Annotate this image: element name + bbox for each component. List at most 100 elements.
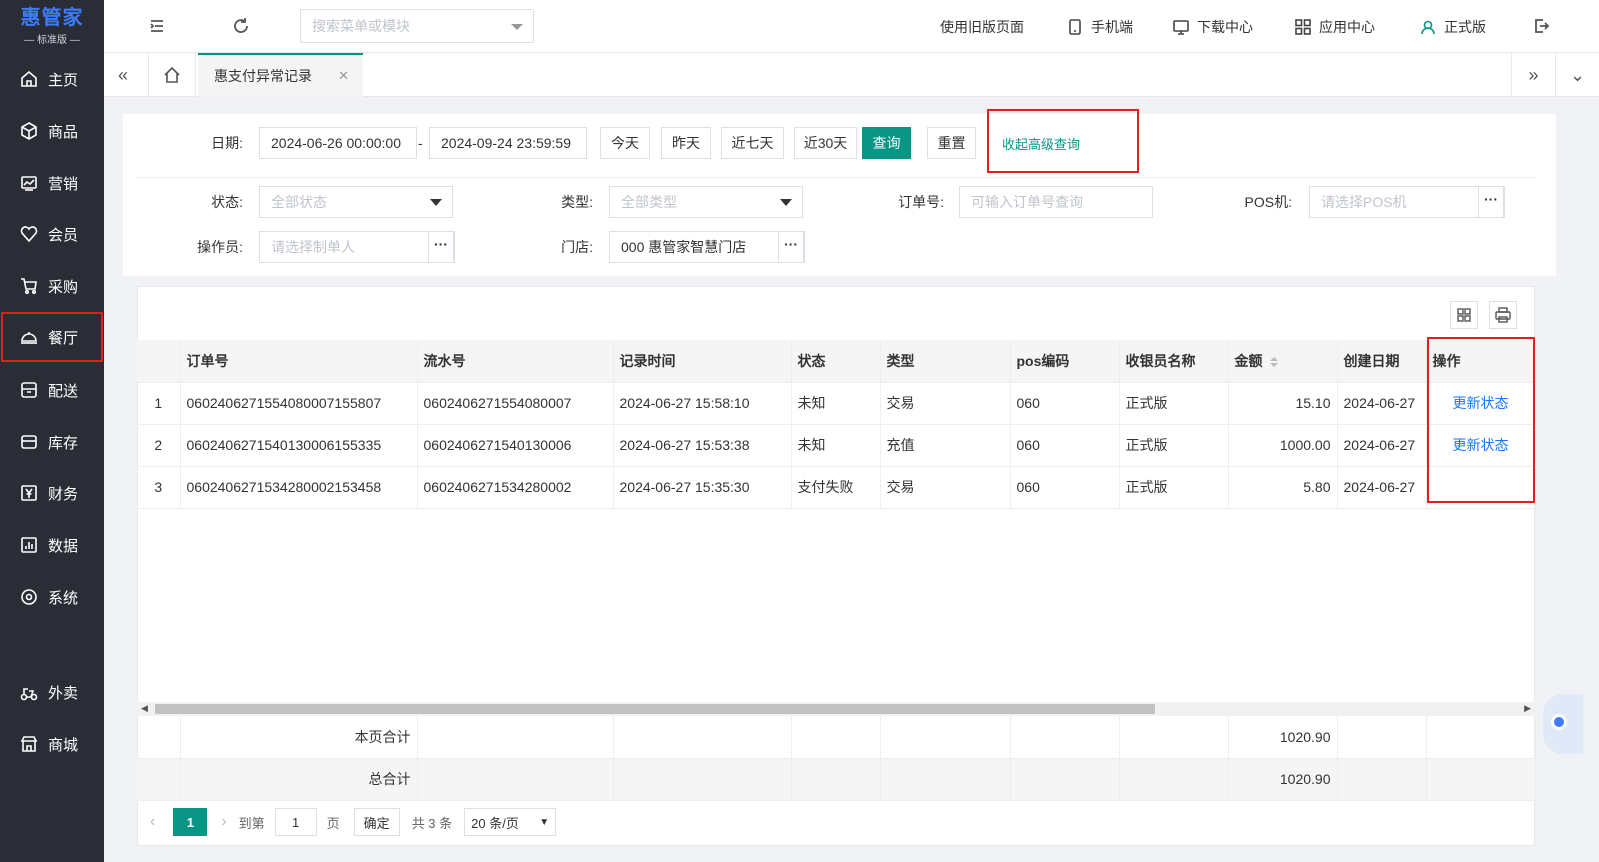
- tabs-scroll-right-icon[interactable]: »: [1511, 53, 1555, 97]
- menu-search-input[interactable]: 搜索菜单或模块: [300, 9, 534, 43]
- cell-cashier: 正式版: [1119, 382, 1229, 425]
- col-serial-number: 流水号: [417, 340, 614, 383]
- tabs-menu-chevron-icon[interactable]: ⌄: [1555, 53, 1599, 97]
- scrollbar-thumb[interactable]: [155, 704, 1155, 714]
- sidebar-item-purchase[interactable]: 采购: [0, 260, 104, 312]
- more-icon[interactable]: ···: [428, 231, 454, 263]
- scroll-right-arrow-icon[interactable]: ▶: [1524, 703, 1531, 714]
- reset-button[interactable]: 重置: [927, 127, 976, 159]
- mobile-link[interactable]: 手机端: [1067, 17, 1133, 37]
- page-size-select[interactable]: 20 条/页 ▼: [464, 808, 557, 836]
- toggle-advanced-query-link[interactable]: 收起高级查询: [1002, 134, 1080, 153]
- sidebar-item-restaurant[interactable]: 餐厅: [0, 311, 104, 363]
- old-page-link[interactable]: 使用旧版页面: [940, 17, 1024, 37]
- table-row[interactable]: 3 0602406271534280002153458 060240627153…: [137, 466, 1536, 509]
- tab-home[interactable]: [148, 53, 196, 97]
- col-pos-code: pos编码: [1010, 340, 1120, 383]
- col-order-number: 订单号: [180, 340, 418, 383]
- page-unit: 页: [326, 815, 340, 831]
- menu-toggle-icon[interactable]: [147, 16, 167, 36]
- cell-serial-number: 0602406271540130006: [417, 424, 614, 467]
- cell-status: 未知: [791, 424, 881, 467]
- order-number-input[interactable]: 可输入订单号查询: [959, 186, 1153, 218]
- yesterday-button[interactable]: 昨天: [661, 127, 711, 159]
- refresh-icon[interactable]: [231, 16, 251, 36]
- cell-serial-number: 0602406271534280002: [417, 466, 614, 509]
- more-icon[interactable]: ···: [1478, 186, 1504, 218]
- sidebar-item-members[interactable]: 会员: [0, 208, 104, 260]
- sidebar-item-label: 系统: [48, 589, 79, 607]
- store-select[interactable]: 000 惠管家智慧门店 ···: [609, 231, 805, 263]
- filter-divider: [136, 177, 1536, 178]
- operator-select[interactable]: 请选择制单人 ···: [259, 231, 455, 263]
- table-row[interactable]: 1 0602406271554080007155807 060240627155…: [137, 382, 1536, 425]
- sidebar-item-data[interactable]: 数据: [0, 519, 104, 571]
- horizontal-scrollbar[interactable]: ◀ ▶: [137, 702, 1535, 716]
- sidebar-item-goods[interactable]: 商品: [0, 105, 104, 157]
- cell-amount: 1000.00: [1228, 424, 1338, 467]
- total-count: 共 3 条: [411, 815, 453, 831]
- sidebar-item-marketing[interactable]: 营销: [0, 157, 104, 209]
- column-settings-button[interactable]: [1450, 301, 1478, 329]
- pagination: ‹ 1 › 到第 1 页 确定 共 3 条 20 条/页 ▼: [150, 806, 557, 838]
- sidebar-item-label: 餐厅: [48, 329, 79, 347]
- type-select-value: 全部类型: [621, 194, 677, 210]
- cell-cashier: 正式版: [1119, 424, 1229, 467]
- logo[interactable]: 惠管家 — 标准版 —: [0, 0, 104, 52]
- last-30-days-button[interactable]: 近30天: [794, 127, 857, 159]
- logout-icon[interactable]: [1531, 16, 1551, 36]
- sidebar-item-delivery[interactable]: 配送: [0, 364, 104, 416]
- today-button[interactable]: 今天: [600, 127, 650, 159]
- tab-pay-exception-records[interactable]: 惠支付异常记录 ✕: [198, 53, 363, 97]
- sidebar-item-inventory[interactable]: 库存: [0, 416, 104, 468]
- cell-amount: 15.10: [1228, 382, 1338, 425]
- prev-page-icon[interactable]: ‹: [150, 813, 155, 831]
- sidebar-item-label: 采购: [48, 278, 79, 296]
- delivery-icon: [20, 381, 38, 399]
- store-value: 000 惠管家智慧门店: [621, 239, 747, 255]
- date-end-input[interactable]: 2024-09-24 23:59:59: [429, 127, 587, 159]
- next-page-icon[interactable]: ›: [221, 813, 226, 831]
- scroll-left-arrow-icon[interactable]: ◀: [141, 703, 148, 714]
- home-icon: [20, 70, 38, 88]
- user-icon: [1421, 20, 1435, 35]
- status-select[interactable]: 全部状态: [259, 186, 453, 218]
- download-center-link[interactable]: 下载中心: [1173, 17, 1253, 37]
- sidebar-item-label: 库存: [48, 434, 79, 452]
- print-button[interactable]: [1489, 301, 1517, 329]
- cell-record-time: 2024-06-27 15:35:30: [613, 466, 792, 509]
- grand-total-label: 总合计: [180, 758, 418, 801]
- sidebar-item-finance[interactable]: 财务: [0, 467, 104, 519]
- tabs-scroll-left-icon[interactable]: «: [118, 65, 128, 86]
- sidebar-item-system[interactable]: 系统: [0, 571, 104, 623]
- mobile-icon: [1069, 19, 1081, 35]
- sidebar-item-mall[interactable]: 商城: [0, 718, 104, 770]
- app-center-link[interactable]: 应用中心: [1295, 17, 1375, 37]
- current-page[interactable]: 1: [173, 808, 208, 836]
- more-icon[interactable]: ···: [778, 231, 804, 263]
- goto-confirm-button[interactable]: 确定: [353, 808, 400, 836]
- date-start-input[interactable]: 2024-06-26 00:00:00: [259, 127, 417, 159]
- col-amount[interactable]: 金额: [1228, 340, 1338, 383]
- goto-page-input[interactable]: 1: [274, 808, 317, 836]
- sort-icon[interactable]: [1269, 356, 1279, 368]
- table-row[interactable]: 2 0602406271540130006155335 060240627154…: [137, 424, 1536, 467]
- cell-order-number: 0602406271540130006155335: [180, 424, 418, 467]
- pos-placeholder: 请选择POS机: [1321, 194, 1407, 210]
- store-icon: [20, 735, 38, 753]
- cell-created-date: 2024-06-27: [1337, 424, 1427, 467]
- cell-pos-code: 060: [1010, 382, 1120, 425]
- cell-status: 未知: [791, 382, 881, 425]
- chevron-down-icon: [511, 24, 523, 30]
- cell-index: 1: [137, 382, 181, 425]
- pos-select[interactable]: 请选择POS机 ···: [1309, 186, 1505, 218]
- type-select[interactable]: 全部类型: [609, 186, 803, 218]
- last-7-days-button[interactable]: 近七天: [721, 127, 784, 159]
- sidebar-item-home[interactable]: 主页: [0, 53, 104, 105]
- user-menu[interactable]: 正式版: [1420, 17, 1486, 37]
- col-amount-label: 金额: [1234, 352, 1263, 369]
- sidebar-item-takeout[interactable]: 外卖: [0, 666, 104, 718]
- query-button[interactable]: 查询: [862, 127, 911, 159]
- close-icon[interactable]: ✕: [338, 68, 349, 84]
- floating-assistant[interactable]: [1543, 694, 1583, 754]
